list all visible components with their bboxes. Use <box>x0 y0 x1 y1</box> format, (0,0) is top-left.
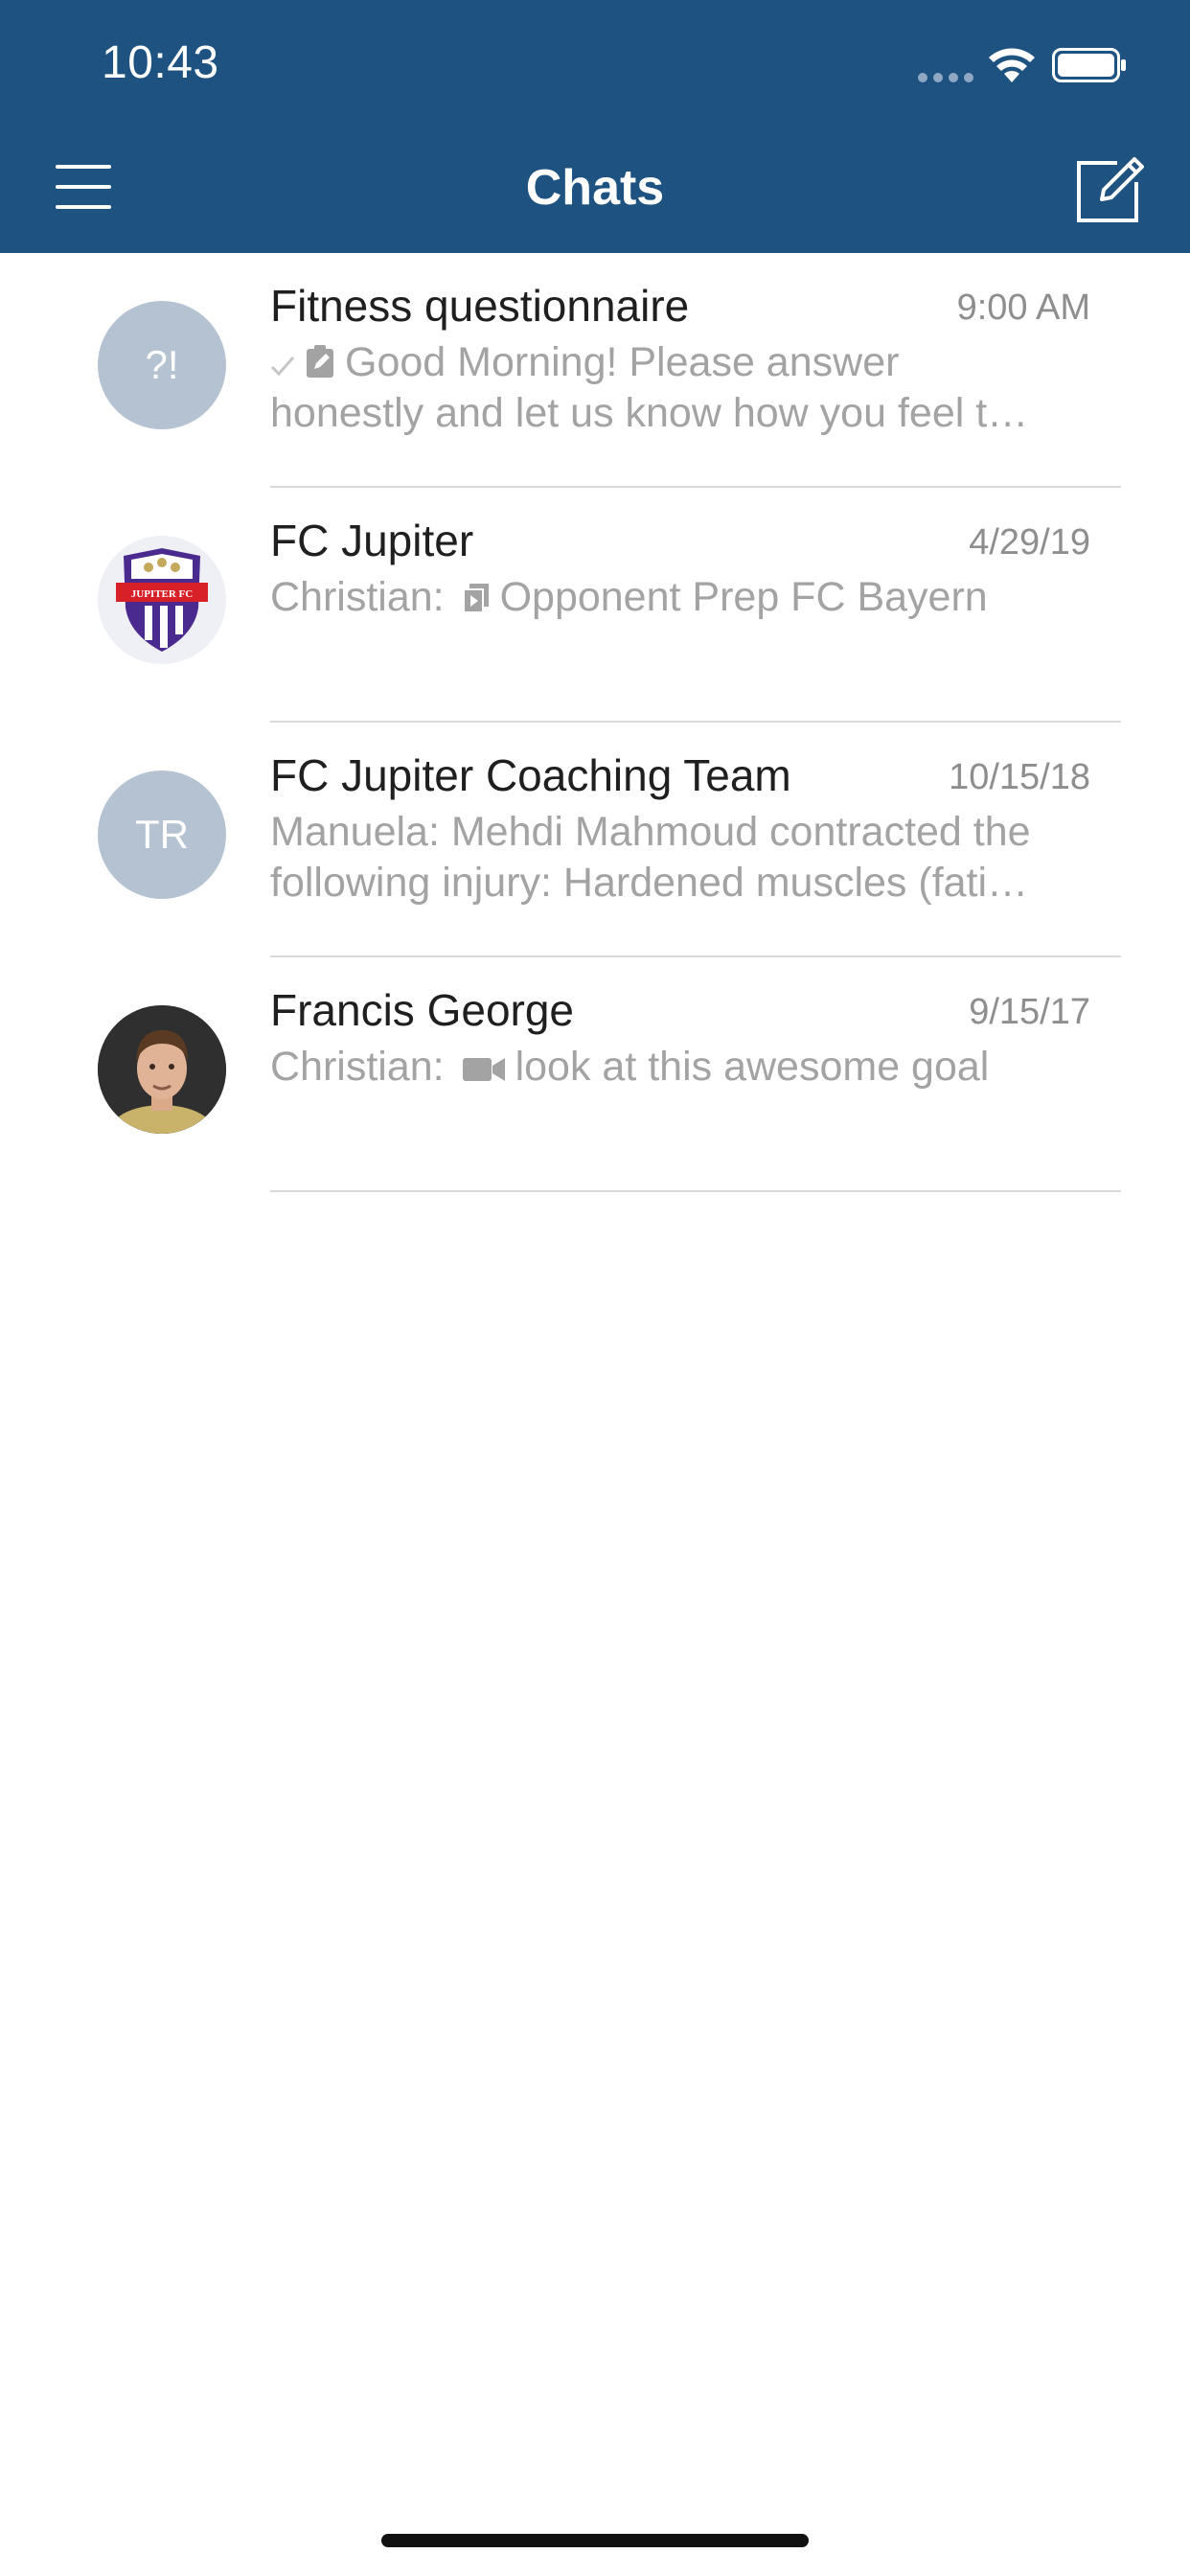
cellular-signal-icon <box>918 73 973 82</box>
chat-name: FC Jupiter <box>270 516 474 565</box>
svg-text:JUPITER FC: JUPITER FC <box>131 588 194 600</box>
team-crest-logo: JUPITER FC <box>116 548 208 652</box>
home-indicator[interactable] <box>381 2534 809 2547</box>
header-bar: 10:43 Chats <box>0 0 1190 253</box>
battery-icon <box>1052 48 1126 82</box>
chat-preview: Good Morning! Please answer honestly and… <box>270 339 1029 436</box>
chat-timestamp: 9:00 AM <box>956 288 1090 328</box>
chat-row-fitness-questionnaire[interactable]: ?! Fitness questionnaire 9:00 AM Good Mo… <box>0 253 1190 488</box>
chat-preview: Christian: look at this awesome goal <box>270 1044 990 1090</box>
checkmark-icon <box>270 356 295 377</box>
chat-name: Francis George <box>270 985 575 1035</box>
chat-list: ?! Fitness questionnaire 9:00 AM Good Mo… <box>0 253 1190 1192</box>
page-title: Chats <box>525 160 665 216</box>
clipboard-icon <box>307 345 333 378</box>
wifi-icon <box>989 48 1035 82</box>
preview-sender: Christian: <box>270 1044 445 1090</box>
status-time: 10:43 <box>102 37 219 88</box>
avatar <box>98 1005 226 1134</box>
chat-preview: Manuela: Mehdi Mahmoud contracted the fo… <box>270 809 1031 906</box>
avatar: JUPITER FC <box>98 536 226 664</box>
avatar: ?! <box>98 301 226 429</box>
avatar: TR <box>98 770 226 899</box>
profile-photo <box>98 1005 226 1134</box>
divider <box>270 1190 1121 1192</box>
preview-sender: Christian: <box>270 574 445 620</box>
chat-timestamp: 4/29/19 <box>969 522 1090 563</box>
chat-row-francis-george[interactable]: Francis George 9/15/17 Christian: look a… <box>0 957 1190 1192</box>
chat-timestamp: 10/15/18 <box>949 757 1090 797</box>
compose-icon[interactable] <box>1075 155 1144 224</box>
chat-name: FC Jupiter Coaching Team <box>270 750 791 800</box>
video-camera-icon <box>462 1058 505 1081</box>
chats-screen: 10:43 Chats ?! Fitness questionnaire 9:0… <box>0 0 1190 2576</box>
document-icon <box>462 584 489 613</box>
chat-row-fc-jupiter[interactable]: JUPITER FC FC Jupiter 4/29/19 Christian:… <box>0 488 1190 723</box>
chat-name: Fitness questionnaire <box>270 281 690 331</box>
chat-preview: Christian: Opponent Prep FC Bayern <box>270 574 988 620</box>
chat-timestamp: 9/15/17 <box>969 992 1090 1032</box>
chat-row-fc-jupiter-coaching-team[interactable]: TR FC Jupiter Coaching Team 10/15/18 Man… <box>0 723 1190 957</box>
